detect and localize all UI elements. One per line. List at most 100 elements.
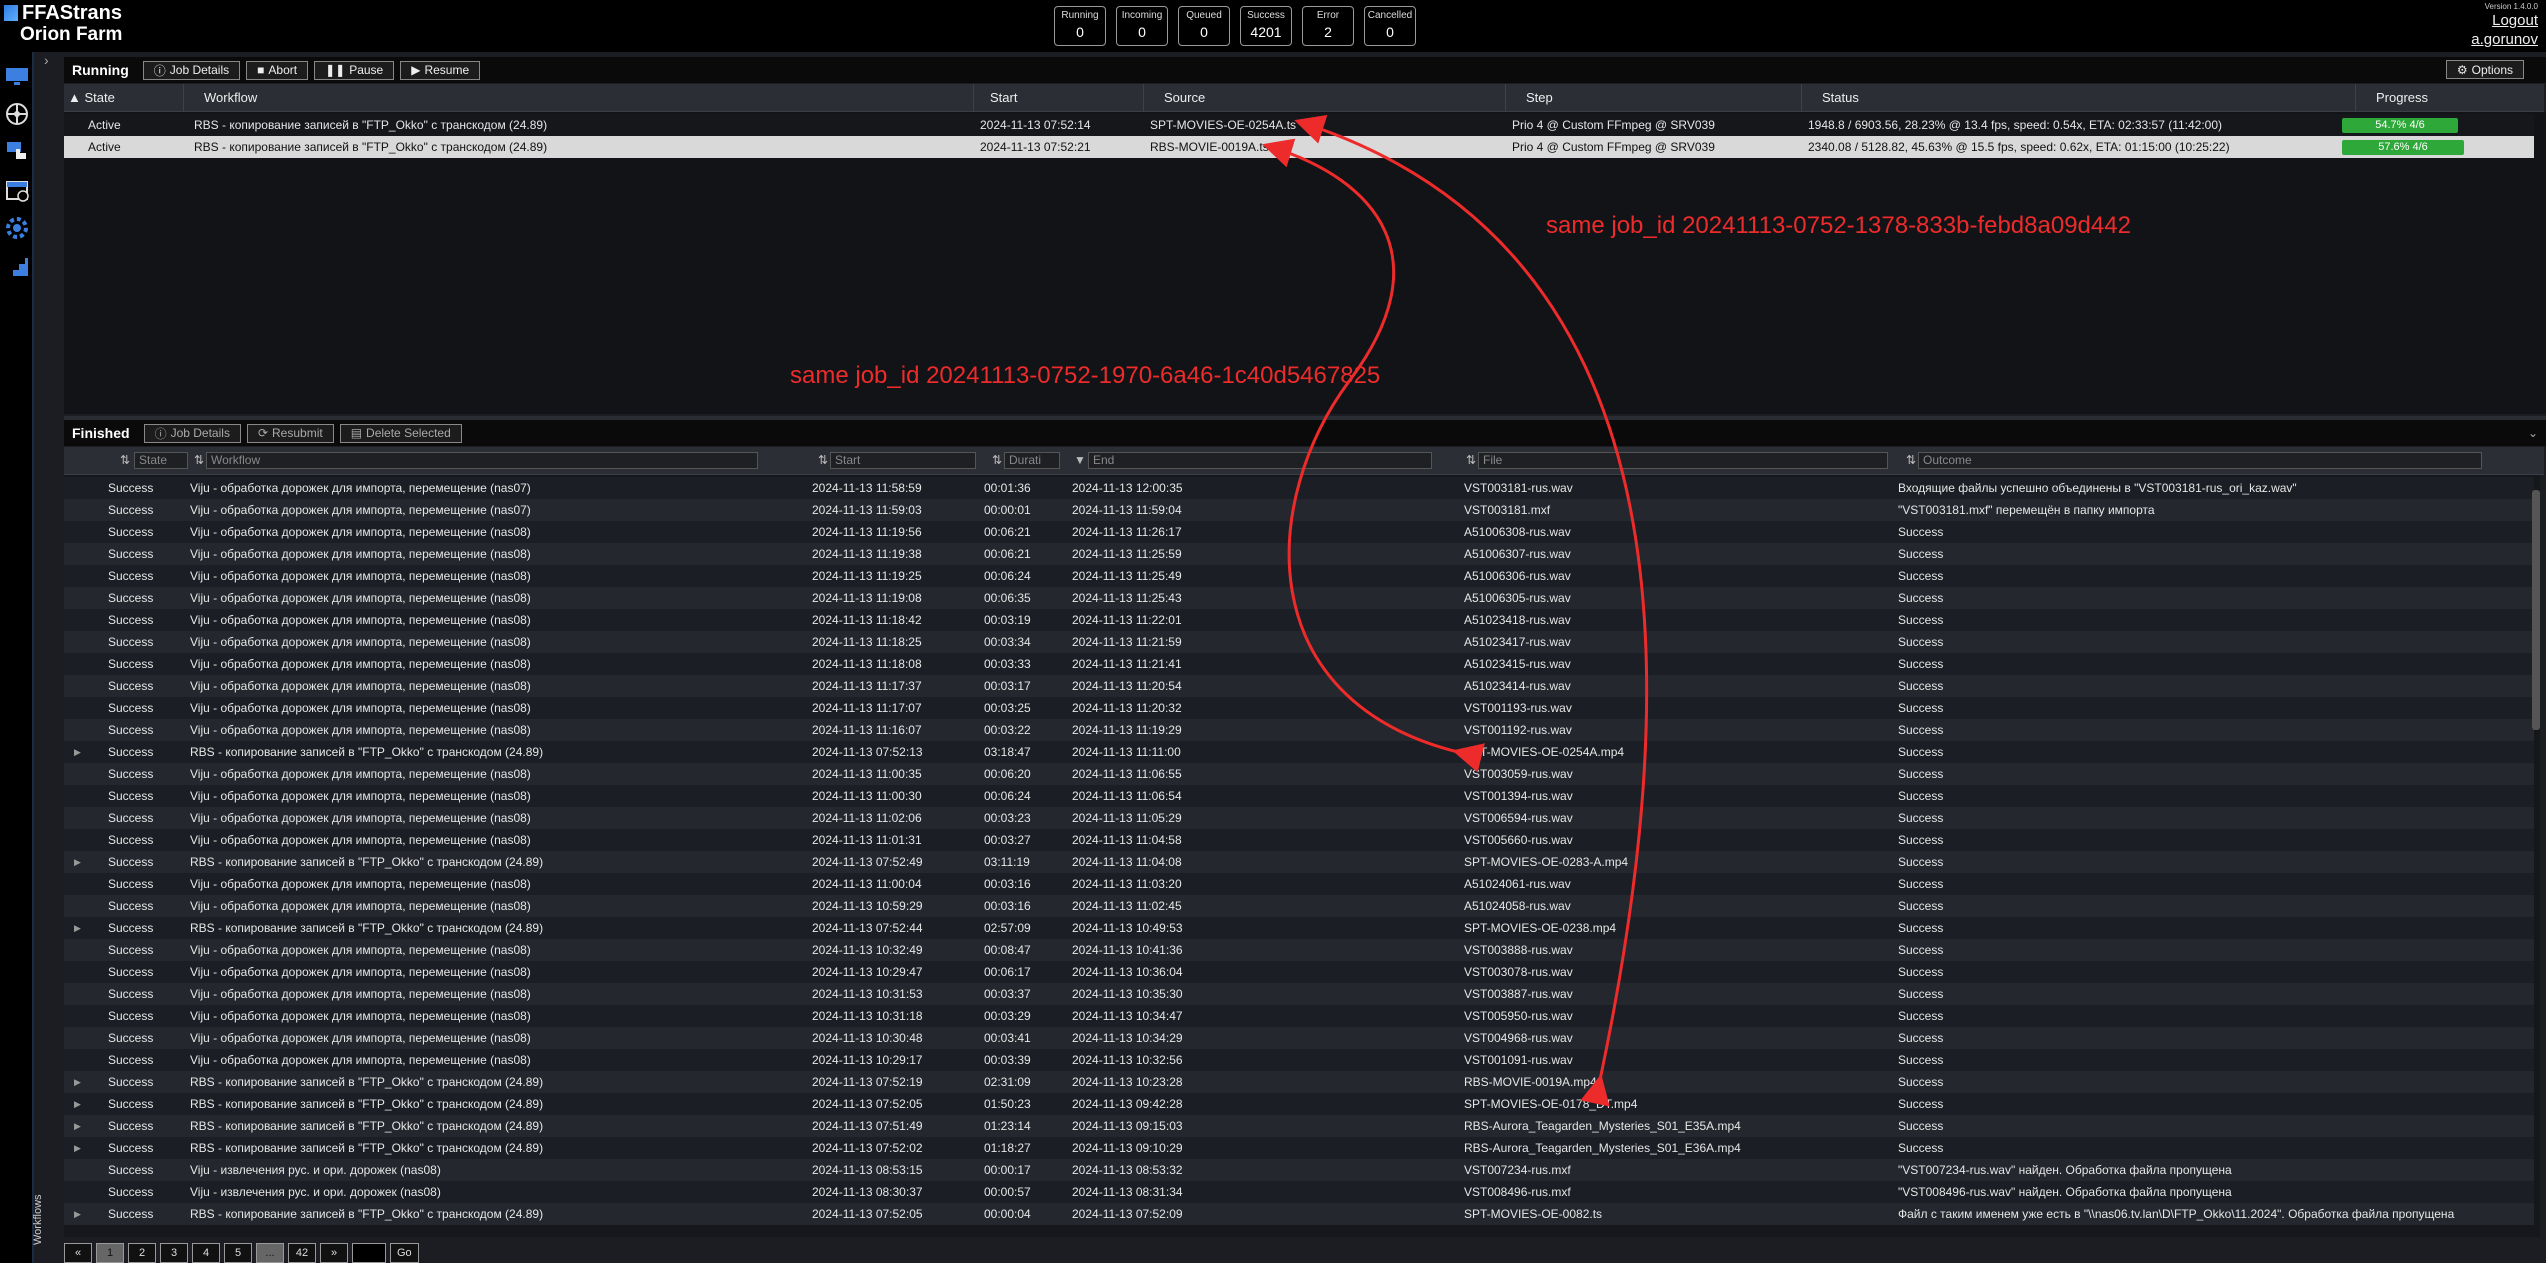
counter-running[interactable]: Running 0 [1054,6,1106,46]
running-row[interactable]: Active RBS - копирование записей в "FTP_O… [64,114,2534,136]
filter-file[interactable]: File [1478,452,1888,469]
expand-row-icon[interactable] [70,829,84,851]
running-job-details-button[interactable]: ⓘ Job Details [142,60,241,80]
page-number-input[interactable] [352,1243,386,1263]
page-4[interactable]: 4 [192,1243,220,1263]
expand-row-icon[interactable]: ▶ [70,917,84,939]
expand-row-icon[interactable] [70,1005,84,1027]
expand-row-icon[interactable] [70,675,84,697]
page-2[interactable]: 2 [128,1243,156,1263]
finished-row[interactable]: Success Viju - обработка дорожек для импо… [64,1027,2534,1049]
finished-row[interactable]: Success Viju - обработка дорожек для импо… [64,785,2534,807]
expand-row-icon[interactable] [70,1049,84,1071]
finished-row[interactable]: Success Viju - обработка дорожек для импо… [64,873,2534,895]
finished-row[interactable]: Success Viju - обработка дорожек для импо… [64,983,2534,1005]
expand-row-icon[interactable]: ▶ [70,851,84,873]
expand-row-icon[interactable] [70,873,84,895]
filter-outcome[interactable]: Outcome [1918,452,2482,469]
finished-row[interactable]: Success Viju - обработка дорожек для импо… [64,499,2534,521]
expand-row-icon[interactable]: ▶ [70,1137,84,1159]
finished-row[interactable]: ▶ Success RBS - копирование записей в "FTP… [64,741,2534,763]
finished-row[interactable]: Success Viju - обработка дорожек для импо… [64,631,2534,653]
expand-row-icon[interactable]: ▶ [70,1071,84,1093]
expand-row-icon[interactable]: ▶ [70,1093,84,1115]
finished-row[interactable]: ▶ Success RBS - копирование записей в "FTP… [64,1093,2534,1115]
col-status[interactable]: Status [1802,84,2356,112]
expand-row-icon[interactable] [70,939,84,961]
expand-row-icon[interactable] [70,961,84,983]
sort-icon[interactable]: ⇅ [1466,453,1476,467]
settings-gear-icon[interactable] [3,214,31,242]
abort-button[interactable]: ■ Abort [246,60,309,80]
finished-row[interactable]: Success Viju - обработка дорожек для импо… [64,961,2534,983]
finished-row[interactable]: Success Viju - обработка дорожек для импо… [64,895,2534,917]
page-42[interactable]: 42 [288,1243,316,1263]
finished-row[interactable]: ▶ Success RBS - копирование записей в "FTP… [64,851,2534,873]
expand-row-icon[interactable] [70,785,84,807]
expand-row-icon[interactable] [70,1159,84,1181]
finished-row[interactable]: Success Viju - обработка дорожек для импо… [64,565,2534,587]
col-workflow[interactable]: Workflow [184,84,974,112]
filter-end[interactable]: End [1088,452,1432,469]
running-row[interactable]: Active RBS - копирование записей в "FTP_O… [64,136,2534,158]
counter-success[interactable]: Success 4201 [1240,6,1292,46]
finished-row[interactable]: Success Viju - обработка дорожек для импо… [64,1049,2534,1071]
finished-row[interactable]: Success Viju - извлечения рус. и ори. дор… [64,1181,2534,1203]
finished-row[interactable]: Success Viju - обработка дорожек для импо… [64,807,2534,829]
finished-row[interactable]: ▶ Success RBS - копирование записей в "FTP… [64,917,2534,939]
collapse-finished-icon[interactable]: ⌄ [2528,426,2538,440]
finished-row[interactable]: Success Viju - обработка дорожек для импо… [64,829,2534,851]
counter-incoming[interactable]: Incoming 0 [1116,6,1168,46]
finished-row[interactable]: Success Viju - обработка дорожек для импо… [64,587,2534,609]
finished-row[interactable]: ▶ Success RBS - копирование записей в "FTP… [64,1071,2534,1093]
col-state[interactable]: ▲ State [64,84,184,112]
filter-start[interactable]: Start [830,452,976,469]
finished-row[interactable]: Success Viju - обработка дорожек для импо… [64,521,2534,543]
finished-row[interactable]: Success Viju - обработка дорожек для импо… [64,697,2534,719]
expand-row-icon[interactable] [70,983,84,1005]
expand-row-icon[interactable] [70,1027,84,1049]
scheduler-calendar-icon[interactable] [3,176,31,204]
delete-selected-button[interactable]: ▤ Delete Selected [339,423,462,443]
filter-duration[interactable]: Durati [1004,452,1060,469]
expand-row-icon[interactable] [70,587,84,609]
finished-row[interactable]: Success Viju - обработка дорожек для импо… [64,763,2534,785]
finished-scrollbar[interactable] [2532,490,2540,730]
expand-row-icon[interactable] [70,477,84,499]
collapse-rail-icon[interactable]: › [44,52,64,82]
sort-desc-icon[interactable]: ▼ [1074,453,1086,467]
expand-row-icon[interactable] [70,697,84,719]
finished-row[interactable]: Success Viju - обработка дорожек для импо… [64,609,2534,631]
expand-row-icon[interactable] [70,565,84,587]
page-first[interactable]: « [64,1243,92,1263]
expand-row-icon[interactable] [70,499,84,521]
expand-row-icon[interactable] [70,609,84,631]
finished-row[interactable]: Success Viju - обработка дорожек для импо… [64,477,2534,499]
expand-row-icon[interactable]: ▶ [70,1203,84,1225]
counter-cancelled[interactable]: Cancelled 0 [1364,6,1416,46]
expand-row-icon[interactable] [70,763,84,785]
expand-row-icon[interactable] [70,631,84,653]
expand-row-icon[interactable] [70,719,84,741]
stats-stairs-icon[interactable] [3,252,31,280]
resume-button[interactable]: ▶ Resume [400,60,481,80]
logout-link[interactable]: Logout [2471,11,2538,30]
expand-row-icon[interactable] [70,521,84,543]
col-source[interactable]: Source [1144,84,1506,112]
sort-icon[interactable]: ⇅ [992,453,1002,467]
finished-job-details-button[interactable]: ⓘ Job Details [143,423,241,443]
expand-row-icon[interactable]: ▶ [70,741,84,763]
col-progress[interactable]: Progress [2356,84,2544,112]
workflows-wheel-icon[interactable] [3,100,31,128]
finished-row[interactable]: Success Viju - обработка дорожек для импо… [64,939,2534,961]
filter-workflow[interactable]: Workflow [206,452,758,469]
finished-row[interactable]: Success Viju - обработка дорожек для импо… [64,543,2534,565]
options-button[interactable]: ⚙ Options [2445,60,2524,79]
page-go-button[interactable]: Go [390,1243,419,1263]
finished-row[interactable]: Success Viju - обработка дорожек для импо… [64,653,2534,675]
page-1[interactable]: 1 [96,1243,124,1263]
finished-row[interactable]: Success Viju - обработка дорожек для импо… [64,719,2534,741]
finished-row[interactable]: ▶ Success RBS - копирование записей в "FTP… [64,1137,2534,1159]
monitor-icon[interactable] [3,62,31,90]
sort-icon[interactable]: ⇅ [120,453,130,467]
